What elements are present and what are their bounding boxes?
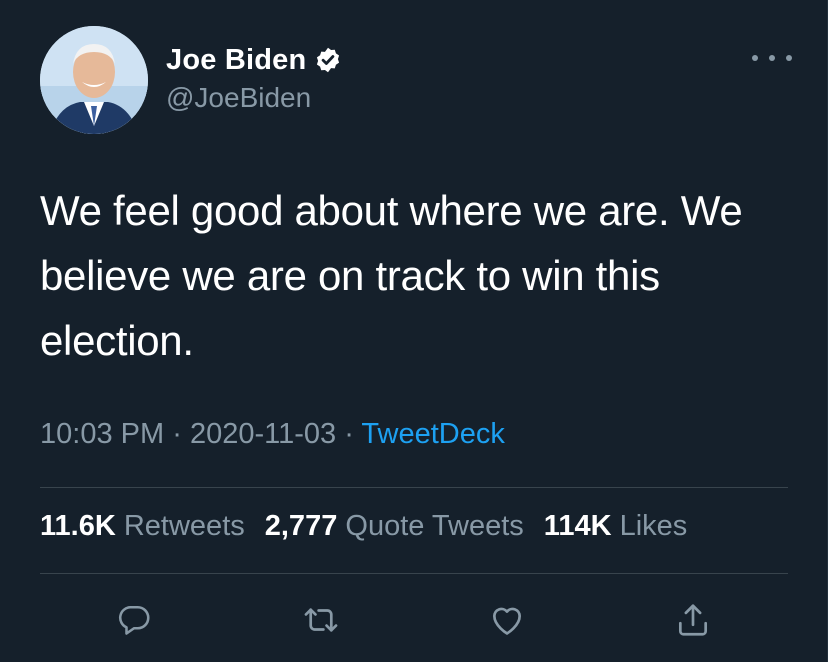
more-dot bbox=[786, 55, 792, 61]
retweet-icon[interactable] bbox=[301, 600, 341, 640]
share-icon[interactable] bbox=[673, 600, 713, 640]
reply-icon[interactable] bbox=[114, 600, 154, 640]
meta-separator: · bbox=[172, 418, 182, 450]
more-dot bbox=[752, 55, 758, 61]
author-handle[interactable]: @JoeBiden bbox=[166, 82, 311, 114]
retweets-label: Retweets bbox=[123, 510, 245, 542]
divider bbox=[40, 573, 788, 574]
tweet-meta: 10:03 PM · 2020-11-03 · TweetDeck bbox=[40, 418, 505, 451]
tweet-date[interactable]: 2020-11-03 bbox=[190, 418, 336, 450]
likes-label: Likes bbox=[619, 510, 688, 542]
likes-stat[interactable]: 114K Likes bbox=[544, 510, 688, 543]
quote-tweets-label: Quote Tweets bbox=[345, 510, 524, 542]
tweet-detail: Joe Biden @JoeBiden We feel good about w… bbox=[0, 0, 828, 662]
retweets-stat[interactable]: 11.6K Retweets bbox=[40, 510, 245, 543]
likes-count: 114K bbox=[543, 510, 612, 542]
divider bbox=[40, 487, 788, 488]
verified-badge-icon bbox=[314, 46, 342, 74]
more-dot bbox=[769, 55, 775, 61]
tweet-text: We feel good about where we are. We beli… bbox=[40, 187, 743, 364]
tweet-stats: 11.6K Retweets 2,777 Quote Tweets 114K L… bbox=[40, 510, 707, 543]
action-bar bbox=[0, 600, 828, 640]
display-name[interactable]: Joe Biden bbox=[166, 44, 306, 77]
more-options-icon[interactable] bbox=[752, 46, 792, 70]
tweet-time[interactable]: 10:03 PM bbox=[40, 418, 164, 450]
like-icon[interactable] bbox=[487, 600, 527, 640]
tweet-source-link[interactable]: TweetDeck bbox=[361, 418, 504, 450]
retweets-count: 11.6K bbox=[40, 510, 116, 542]
author-name-row[interactable]: Joe Biden bbox=[166, 40, 342, 80]
quote-tweets-stat[interactable]: 2,777 Quote Tweets bbox=[265, 510, 524, 543]
avatar[interactable] bbox=[40, 26, 148, 134]
meta-separator: · bbox=[344, 418, 354, 450]
quote-tweets-count: 2,777 bbox=[264, 510, 338, 542]
